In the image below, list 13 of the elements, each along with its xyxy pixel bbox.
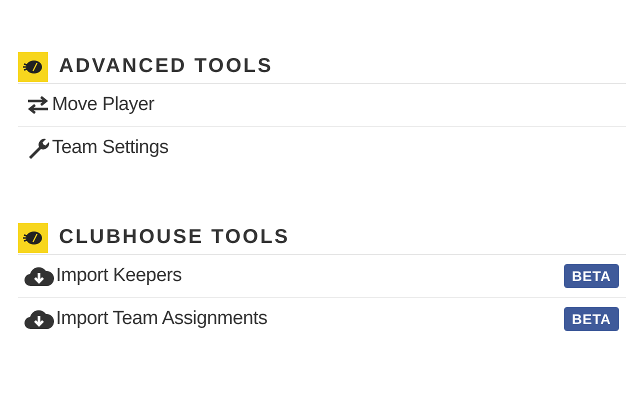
ball-logo-icon: [18, 52, 48, 82]
tool-link[interactable]: Move Player: [52, 94, 154, 116]
tool-link[interactable]: Import Team Assignments: [56, 308, 268, 330]
beta-badge: BETA: [564, 264, 619, 288]
cloud-download-icon: [24, 308, 54, 330]
tool-link[interactable]: Import Keepers: [56, 265, 182, 287]
beta-badge: BETA: [564, 307, 619, 331]
tool-link[interactable]: Team Settings: [52, 137, 168, 159]
section-title: ADVANCED TOOLS: [59, 55, 273, 78]
section-title: CLUBHOUSE TOOLS: [59, 226, 290, 249]
swap-arrows-icon: [26, 95, 50, 115]
ball-logo-icon: [18, 222, 48, 252]
cloud-download-icon: [24, 265, 54, 287]
